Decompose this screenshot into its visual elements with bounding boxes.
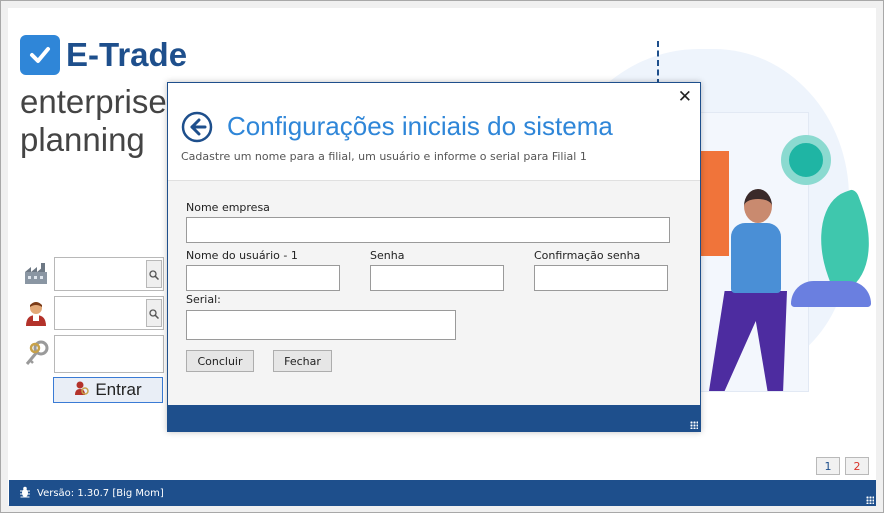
swirl-decoration — [791, 281, 871, 307]
enter-label: Entrar — [95, 380, 142, 399]
tagline: enterprise planning — [20, 83, 167, 159]
illustration-orange-panel — [699, 151, 729, 256]
close-button-label: Fechar — [284, 354, 321, 368]
page-2-button[interactable]: 2 — [845, 457, 869, 475]
bug-icon — [19, 486, 31, 501]
user-icon — [21, 298, 51, 328]
serial-label: Serial: — [186, 293, 221, 306]
enter-user-icon — [74, 380, 90, 401]
magnifier-icon — [149, 265, 160, 284]
serial-input[interactable] — [186, 310, 456, 340]
dialog-footer — [168, 405, 700, 431]
user-search-button[interactable] — [146, 299, 162, 327]
version-text: Versão: 1.30.7 [Big Mom] — [37, 487, 164, 499]
finish-button[interactable]: Concluir — [186, 350, 254, 372]
gear-decoration-icon — [781, 135, 831, 185]
dialog-header: ✕ Configurações iniciais do sistema Cada… — [168, 83, 700, 181]
finish-label: Concluir — [197, 354, 243, 368]
factory-icon — [21, 259, 51, 289]
close-icon[interactable]: ✕ — [678, 87, 692, 107]
tagline-line2: planning — [20, 121, 145, 158]
dialog-resize-grip[interactable] — [690, 421, 698, 429]
company-login-input[interactable] — [54, 257, 164, 291]
dialog-title: Configurações iniciais do sistema — [227, 111, 613, 141]
resize-grip[interactable] — [866, 496, 874, 504]
magnifier-icon — [149, 304, 160, 323]
company-name-label: Nome empresa — [186, 201, 270, 214]
person-illustration-body — [731, 223, 781, 293]
user-login-input[interactable] — [54, 296, 164, 330]
confirm-password-input[interactable] — [534, 265, 668, 291]
user-name-label: Nome do usuário - 1 — [186, 249, 298, 262]
company-name-input[interactable] — [186, 217, 670, 243]
enter-button[interactable]: Entrar — [53, 377, 163, 403]
company-search-button[interactable] — [146, 260, 162, 288]
checkmark-icon — [20, 35, 60, 75]
user-name-input[interactable] — [186, 265, 340, 291]
login-company-row — [21, 257, 164, 291]
password-input[interactable] — [370, 265, 504, 291]
status-bar: Versão: 1.30.7 [Big Mom] — [9, 480, 876, 506]
dialog-subtitle: Cadastre um nome para a filial, um usuár… — [181, 150, 587, 163]
tagline-line1: enterprise — [20, 83, 167, 120]
close-button[interactable]: Fechar — [273, 350, 332, 372]
page-2-label: 2 — [853, 459, 861, 473]
password-login-input[interactable] — [54, 335, 164, 373]
keys-icon — [21, 339, 51, 369]
logo-text: E-Trade — [66, 36, 188, 73]
page-1-button[interactable]: 1 — [816, 457, 840, 475]
password-label: Senha — [370, 249, 405, 262]
login-password-row — [21, 335, 164, 373]
initial-setup-dialog: ✕ Configurações iniciais do sistema Cada… — [167, 82, 701, 432]
login-user-row — [21, 296, 164, 330]
dashed-line-decoration — [657, 41, 659, 85]
back-arrow-icon[interactable] — [181, 111, 213, 143]
app-logo: E-Trade — [20, 35, 187, 75]
confirm-password-label: Confirmação senha — [534, 249, 641, 262]
page-1-label: 1 — [824, 459, 832, 473]
person-illustration-head — [744, 189, 772, 223]
